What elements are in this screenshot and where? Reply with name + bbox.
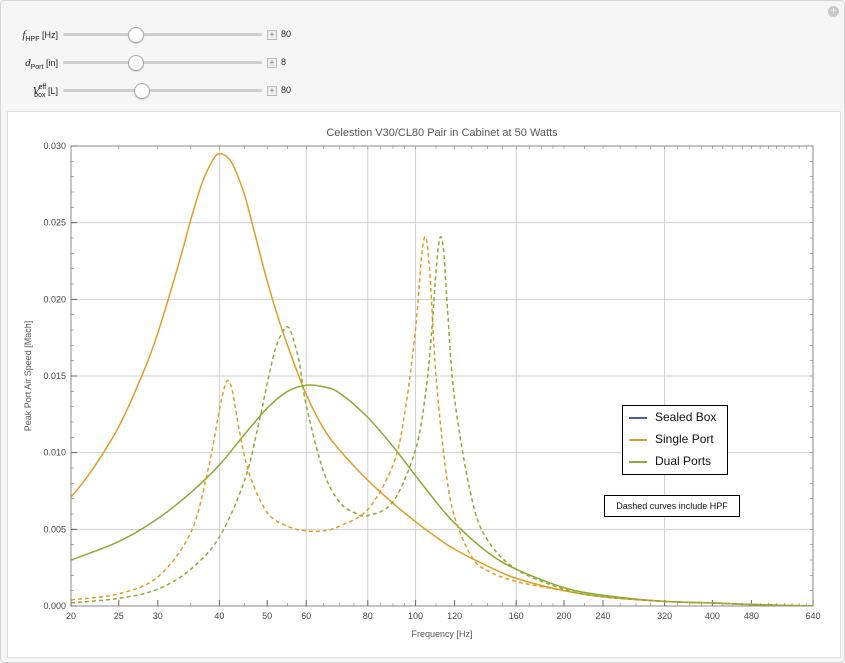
fhpf-value: 80 — [281, 29, 292, 39]
vbox-slider-thumb[interactable] — [133, 83, 150, 99]
x-tick-label: 160 — [509, 611, 524, 621]
demonstration-panel: + fHPF [Hz] + 80 dPort [in] + 8 Veffbox … — [0, 0, 845, 663]
dport-label: dPort [in] — [25, 57, 58, 71]
x-tick-label: 120 — [447, 611, 462, 621]
close-icon[interactable]: + — [828, 6, 839, 17]
y-tick-label: 0.000 — [43, 601, 66, 611]
dport-slider[interactable] — [63, 55, 262, 71]
x-tick-label: 200 — [556, 611, 571, 621]
dport-value: 8 — [281, 57, 287, 67]
fhpf-slider-thumb[interactable] — [127, 27, 144, 43]
vbox-control: Veffbox [L] + 80 — [1, 83, 321, 99]
dport-control: dPort [in] + 8 — [1, 55, 321, 71]
legend-swatch-sealed-box — [629, 417, 647, 419]
dport-expand-icon[interactable]: + — [267, 58, 277, 68]
chart-legend: Sealed Box Single Port Dual Ports — [622, 405, 728, 475]
y-tick-label: 0.010 — [43, 448, 66, 458]
vbox-slider[interactable] — [63, 83, 262, 99]
x-tick-label: 50 — [262, 611, 272, 621]
vbox-value: 80 — [281, 85, 292, 95]
x-tick-label: 20 — [66, 611, 76, 621]
hpf-note: Dashed curves include HPF — [604, 495, 740, 517]
x-tick-label: 30 — [153, 611, 163, 621]
x-tick-label: 320 — [657, 611, 672, 621]
fhpf-slider[interactable] — [63, 27, 262, 43]
fhpf-label: fHPF [Hz] — [22, 29, 58, 43]
y-axis-label: Peak Port Air Speed [Mach] — [23, 321, 33, 432]
chart-title: Celestion V30/CL80 Pair in Cabinet at 50… — [326, 127, 558, 139]
fhpf-control: fHPF [Hz] + 80 — [1, 27, 321, 43]
y-tick-label: 0.015 — [43, 371, 66, 381]
x-tick-label: 640 — [805, 611, 820, 621]
y-tick-label: 0.025 — [43, 218, 66, 228]
legend-label: Single Port — [655, 432, 714, 446]
vbox-label: Veffbox [L] — [32, 84, 58, 99]
fhpf-expand-icon[interactable]: + — [267, 30, 277, 40]
legend-label: Dual Ports — [655, 454, 712, 468]
legend-label: Sealed Box — [655, 410, 717, 424]
x-tick-label: 80 — [363, 611, 373, 621]
dport-slider-thumb[interactable] — [127, 55, 144, 71]
y-tick-label: 0.020 — [43, 294, 66, 304]
vbox-expand-icon[interactable]: + — [267, 86, 277, 96]
legend-swatch-dual-ports — [629, 461, 647, 463]
legend-swatch-single-port — [629, 439, 647, 441]
plot-panel: 20 25 30 40 50 60 80 100 120 160 200 240 320 400 480 64… — [7, 111, 841, 658]
x-tick-label: 25 — [114, 611, 124, 621]
x-tick-label: 400 — [705, 611, 720, 621]
y-tick-label: 0.005 — [43, 524, 66, 534]
x-tick-label: 240 — [595, 611, 610, 621]
x-axis-label: Frequency [Hz] — [411, 629, 472, 639]
air-speed-chart: 20 25 30 40 50 60 80 100 120 160 200 240 320 400 480 64… — [23, 127, 821, 639]
y-tick-label: 0.030 — [43, 141, 66, 151]
x-tick-label: 60 — [301, 611, 311, 621]
x-tick-label: 100 — [408, 611, 423, 621]
x-tick-label: 40 — [214, 611, 224, 621]
x-tick-label: 480 — [744, 611, 759, 621]
